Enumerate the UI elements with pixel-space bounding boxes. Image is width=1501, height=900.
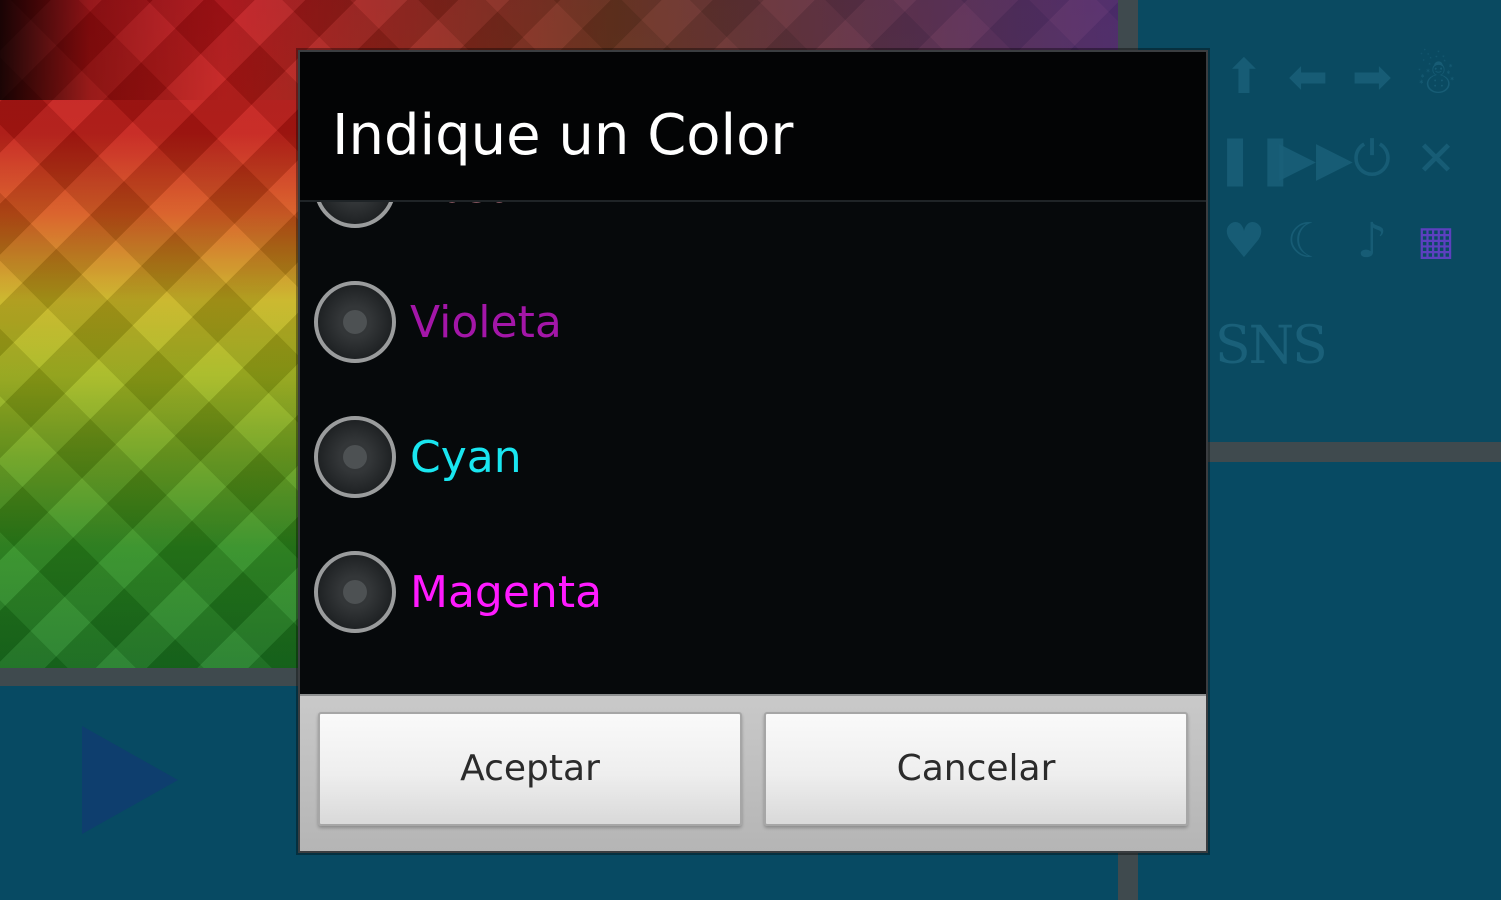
cancel-button[interactable]: Cancelar — [764, 712, 1188, 826]
color-option-list[interactable]: Rosa Violeta Cyan Magenta — [300, 202, 1206, 694]
arrow-right-icon[interactable]: ➡ — [1343, 50, 1401, 104]
option-rosa[interactable]: Rosa — [300, 202, 1206, 259]
option-violeta[interactable]: Violeta — [300, 259, 1206, 394]
option-label: Violeta — [410, 297, 562, 348]
dialog-title: Indique un Color — [332, 103, 794, 168]
dialog-button-bar: Aceptar Cancelar — [300, 694, 1206, 851]
option-label: Cyan — [410, 432, 522, 483]
pause-icon[interactable]: ❚❚ — [1215, 132, 1295, 186]
arrow-left-icon[interactable]: ⬅ — [1279, 50, 1337, 104]
moon-icon[interactable]: ☾ — [1279, 214, 1337, 268]
color-grid-icon[interactable]: ▦ — [1407, 214, 1465, 268]
heart-icon[interactable]: ♥ — [1215, 214, 1273, 268]
app-screen: ⬆⬅➡☃ ❚❚▶▶⏻✕ ♥☾♪▦ SNS Indique un Color Rosa… — [0, 0, 1501, 900]
color-picker-dialog: Indique un Color Rosa Violeta Cyan Magen… — [298, 50, 1208, 853]
accept-button[interactable]: Aceptar — [318, 712, 742, 826]
option-cyan[interactable]: Cyan — [300, 394, 1206, 529]
radio-button[interactable] — [314, 281, 396, 363]
radio-dot-icon — [343, 445, 367, 469]
power-icon[interactable]: ⏻ — [1343, 132, 1401, 186]
option-label: Magenta — [410, 567, 603, 618]
radio-dot-icon — [343, 580, 367, 604]
option-magenta[interactable]: Magenta — [300, 529, 1206, 664]
radio-button[interactable] — [314, 551, 396, 633]
option-label: Rosa — [410, 202, 515, 224]
tool-icon-grid: ⬆ ⬅ ➡ ☃ ❚❚ ▶▶ ⏻ ✕ ♥ ☾ ♪ ▦ — [1215, 50, 1465, 268]
radio-button[interactable] — [314, 416, 396, 498]
dialog-header: Indique un Color — [300, 52, 1206, 202]
fast-forward-icon[interactable]: ▶▶ — [1279, 132, 1353, 186]
play-icon[interactable] — [82, 726, 178, 834]
sns-icon[interactable]: SNS — [1215, 316, 1328, 376]
radio-dot-icon — [343, 310, 367, 334]
music-note-icon[interactable]: ♪ — [1343, 214, 1401, 268]
snowman-icon[interactable]: ☃ — [1407, 50, 1465, 104]
cancel-icon[interactable]: ✕ — [1407, 132, 1465, 186]
radio-button[interactable] — [314, 202, 396, 228]
arrow-up-icon[interactable]: ⬆ — [1215, 50, 1273, 104]
